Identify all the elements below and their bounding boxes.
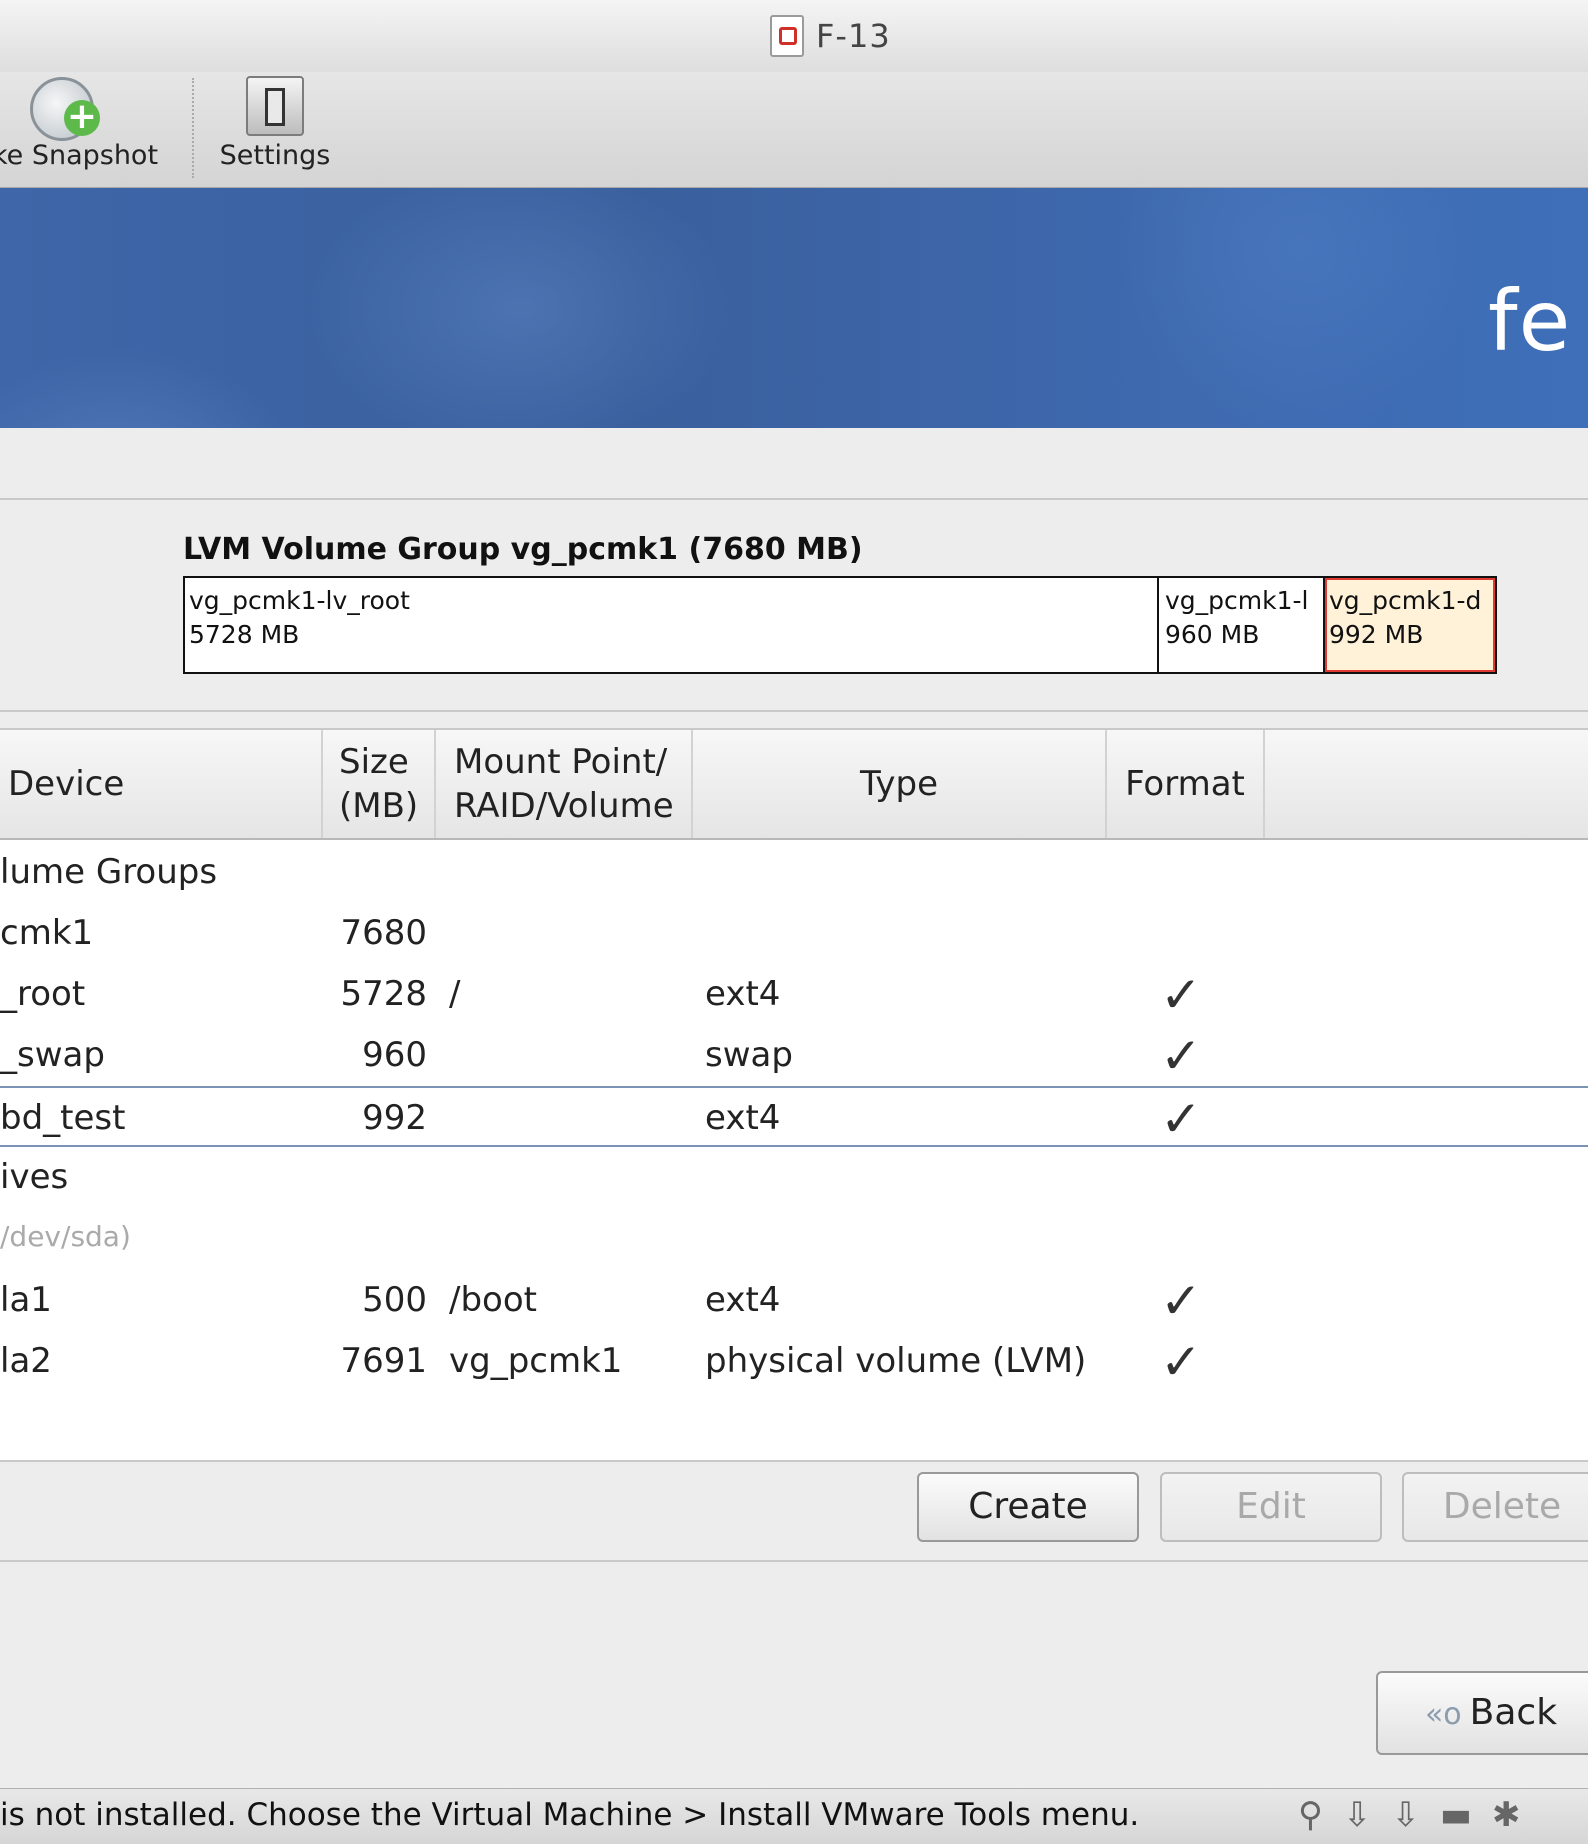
device-tray: ⚲ ⇩ ⇩ ▬ ✱ bbox=[1298, 1795, 1521, 1835]
vm-document-icon bbox=[770, 15, 804, 57]
installer-banner bbox=[0, 188, 1588, 428]
usb-icon[interactable]: ⇩ bbox=[1343, 1795, 1372, 1835]
header-label: Type bbox=[859, 764, 939, 804]
create-button[interactable]: Create bbox=[917, 1472, 1139, 1542]
format-check-icon: ✓ bbox=[1160, 1272, 1202, 1330]
type-cell: swap bbox=[705, 1035, 793, 1075]
size-cell: 960 bbox=[362, 1035, 427, 1075]
take-snapshot-button[interactable]: + ke Snapshot bbox=[0, 72, 170, 187]
divider bbox=[0, 498, 1588, 500]
segment-name: vg_pcmk1-l bbox=[1165, 586, 1309, 615]
divider bbox=[0, 710, 1588, 712]
type-cell: ext4 bbox=[705, 974, 781, 1014]
device-cell: lume Groups bbox=[0, 852, 218, 892]
size-cell: 5728 bbox=[340, 974, 427, 1014]
vm-toolbar: + ke Snapshot Settings bbox=[0, 72, 1588, 188]
size-cell: 7680 bbox=[340, 913, 427, 953]
table-row-selected[interactable]: bd_test 992 ext4 ✓ bbox=[0, 1086, 1588, 1148]
device-cell: _root bbox=[0, 974, 86, 1014]
header-label: Device bbox=[8, 764, 125, 804]
delete-button[interactable]: Delete bbox=[1402, 1472, 1588, 1542]
device-cell: la2 bbox=[0, 1341, 52, 1381]
window-titlebar: F-13 bbox=[0, 0, 1588, 72]
header-label: RAID/Volume bbox=[454, 786, 674, 826]
lvm-segment-drbd-selected[interactable]: vg_pcmk1-d 992 MB bbox=[1325, 578, 1495, 672]
mount-cell: vg_pcmk1 bbox=[449, 1341, 623, 1381]
segment-size: 960 MB bbox=[1165, 620, 1260, 649]
window-title: F-13 bbox=[770, 14, 891, 58]
delete-button-label: Delete bbox=[1442, 1486, 1562, 1527]
bluetooth-icon[interactable]: ✱ bbox=[1492, 1795, 1521, 1835]
segment-size: 5728 MB bbox=[189, 620, 300, 649]
size-cell: 992 bbox=[362, 1098, 427, 1138]
back-button[interactable]: «o Back bbox=[1376, 1671, 1588, 1755]
network-icon[interactable]: ⚲ bbox=[1298, 1795, 1323, 1835]
column-header-format[interactable]: Format bbox=[1107, 730, 1265, 838]
status-message: is not installed. Choose the Virtual Mac… bbox=[0, 1797, 1140, 1833]
header-label: Size bbox=[339, 742, 409, 782]
mount-cell: /boot bbox=[449, 1280, 537, 1320]
create-button-label: Create bbox=[968, 1486, 1088, 1527]
lvm-segment-swap[interactable]: vg_pcmk1-l 960 MB bbox=[1161, 578, 1325, 672]
column-header-size[interactable]: Size (MB) bbox=[323, 730, 436, 838]
back-button-label: Back bbox=[1469, 1692, 1558, 1733]
tree-row-disk-sda[interactable]: /dev/sda) bbox=[0, 1210, 1588, 1271]
device-cell: ives bbox=[0, 1157, 69, 1197]
type-cell: ext4 bbox=[705, 1280, 781, 1320]
format-check-icon: ✓ bbox=[1160, 1333, 1202, 1391]
lvm-volume-group-title: LVM Volume Group vg_pcmk1 (7680 MB) bbox=[183, 532, 863, 567]
lvm-segment-root[interactable]: vg_pcmk1-lv_root 5728 MB bbox=[185, 578, 1159, 672]
brand-logo-text: fe bbox=[1488, 272, 1572, 370]
window-title-text: F-13 bbox=[816, 17, 891, 55]
table-header: Device Size (MB) Mount Point/ RAID/Volum… bbox=[0, 730, 1588, 840]
table-row[interactable]: la2 7691 vg_pcmk1 physical volume (LVM) … bbox=[0, 1331, 1588, 1392]
back-arrow-icon: «o bbox=[1424, 1697, 1462, 1732]
format-check-icon: ✓ bbox=[1160, 966, 1202, 1024]
table-row[interactable]: la1 500 /boot ext4 ✓ bbox=[0, 1270, 1588, 1331]
settings-label: Settings bbox=[219, 140, 331, 171]
device-cell: la1 bbox=[0, 1280, 52, 1320]
column-header-device[interactable]: Device bbox=[0, 730, 323, 838]
format-check-icon: ✓ bbox=[1160, 1027, 1202, 1085]
type-cell: physical volume (LVM) bbox=[705, 1341, 1087, 1381]
toolbar-separator bbox=[192, 78, 194, 178]
divider bbox=[0, 1560, 1588, 1562]
settings-button[interactable]: Settings bbox=[210, 72, 340, 187]
device-cell: _swap bbox=[0, 1035, 105, 1075]
device-table[interactable]: Device Size (MB) Mount Point/ RAID/Volum… bbox=[0, 728, 1588, 1462]
header-label: Mount Point/ bbox=[454, 742, 668, 782]
edit-button-label: Edit bbox=[1236, 1486, 1306, 1527]
drive-icon[interactable]: ▬ bbox=[1440, 1795, 1472, 1835]
take-snapshot-label: ke Snapshot bbox=[0, 140, 159, 171]
column-header-type[interactable]: Type bbox=[693, 730, 1107, 838]
table-row[interactable]: _swap 960 swap ✓ bbox=[0, 1025, 1588, 1086]
edit-button[interactable]: Edit bbox=[1160, 1472, 1382, 1542]
table-row[interactable]: _root 5728 / ext4 ✓ bbox=[0, 964, 1588, 1025]
lvm-usage-bar: vg_pcmk1-lv_root 5728 MB vg_pcmk1-l 960 … bbox=[183, 576, 1497, 674]
header-label: Format bbox=[1125, 764, 1245, 804]
size-cell: 500 bbox=[362, 1280, 427, 1320]
table-row[interactable]: cmk1 7680 bbox=[0, 903, 1588, 964]
segment-name: vg_pcmk1-lv_root bbox=[189, 586, 410, 615]
usb-icon[interactable]: ⇩ bbox=[1391, 1795, 1420, 1835]
type-cell: ext4 bbox=[705, 1098, 781, 1138]
add-icon: + bbox=[64, 99, 100, 136]
column-header-mount-point[interactable]: Mount Point/ RAID/Volume bbox=[436, 730, 693, 838]
tree-row-hard-drives[interactable]: ives bbox=[0, 1147, 1588, 1208]
segment-size: 992 MB bbox=[1329, 620, 1424, 649]
device-cell: bd_test bbox=[0, 1098, 126, 1138]
size-cell: 7691 bbox=[340, 1341, 427, 1381]
segment-name: vg_pcmk1-d bbox=[1329, 586, 1482, 615]
device-cell: cmk1 bbox=[0, 913, 94, 953]
mount-cell: / bbox=[449, 974, 461, 1014]
format-check-icon: ✓ bbox=[1160, 1090, 1202, 1148]
tree-row-volume-groups[interactable]: lume Groups bbox=[0, 842, 1588, 903]
settings-switch-icon bbox=[246, 76, 304, 136]
header-label: (MB) bbox=[339, 786, 419, 826]
vm-status-bar: is not installed. Choose the Virtual Mac… bbox=[0, 1788, 1588, 1844]
device-cell: /dev/sda) bbox=[0, 1220, 131, 1253]
